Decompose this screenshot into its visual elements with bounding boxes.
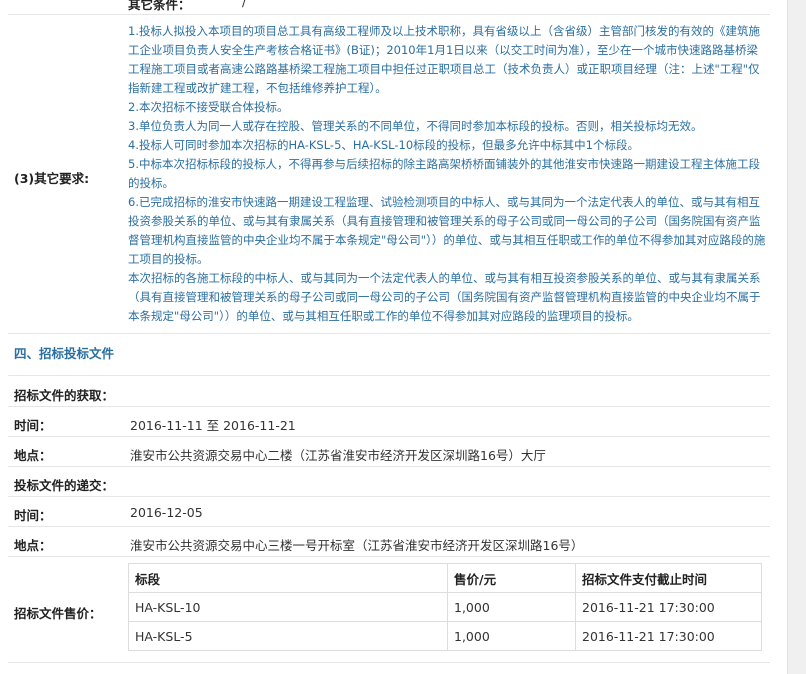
divider xyxy=(8,662,770,663)
time-label: 时间： xyxy=(14,418,52,433)
price-cell: 1,000 xyxy=(447,621,576,651)
deadline-cell: 2016-11-21 17:30:00 xyxy=(575,592,762,622)
price-table: 标段 售价/元 招标文件支付截止时间 HA-KSL-10 1,000 2016-… xyxy=(128,563,762,651)
submission-label: 投标文件的递交： xyxy=(14,478,115,493)
requirement-paragraph: 3.单位负责人为同一人或存在控股、管理关系的不同单位，不得同时参加本标段的投标。… xyxy=(128,119,703,133)
table-row: HA-KSL-10 1,000 2016-11-21 17:30:00 xyxy=(128,592,762,622)
acquisition-time-value: 2016-11-11 至 2016-11-21 xyxy=(130,418,296,433)
requirement-paragraph: 2.本次招标不接受联合体投标。 xyxy=(128,100,289,114)
acquisition-place-value: 淮安市公共资源交易中心二楼（江苏省淮安市经济开发区深圳路16号）大厅 xyxy=(130,448,546,463)
divider xyxy=(8,14,770,15)
price-table-header-row: 标段 售价/元 招标文件支付截止时间 xyxy=(128,563,762,593)
other-conditions-label: 其它条件： xyxy=(128,0,191,12)
acquisition-label: 招标文件的获取： xyxy=(14,388,115,403)
price-cell: 1,000 xyxy=(447,592,576,622)
divider xyxy=(8,333,770,334)
submit-place-label: 地点： xyxy=(14,538,52,553)
column-header-deadline: 招标文件支付截止时间 xyxy=(575,563,762,593)
divider xyxy=(8,375,770,376)
divider xyxy=(8,406,770,407)
requirement-paragraph: 5.中标本次招标标段的投标人，不得再参与后续招标的除主路高架桥桥面铺装外的其他淮… xyxy=(128,157,760,190)
place-label: 地点： xyxy=(14,448,52,463)
deadline-cell: 2016-11-21 17:30:00 xyxy=(575,621,762,651)
divider xyxy=(8,526,770,527)
lot-cell: HA-KSL-5 xyxy=(128,621,448,651)
other-requirements-label: (3)其它要求: xyxy=(14,171,90,186)
divider xyxy=(8,466,770,467)
lot-cell: HA-KSL-10 xyxy=(128,592,448,622)
requirement-paragraph: 6.已完成招标的淮安市快速路一期建设工程监理、试验检测项目的中标人、或与其同为一… xyxy=(128,195,766,266)
divider xyxy=(8,556,770,557)
table-row: HA-KSL-5 1,000 2016-11-21 17:30:00 xyxy=(128,621,762,651)
other-requirements-text: 1.投标人拟投入本项目的项目总工具有高级工程师及以上技术职称，具有省级以上（含省… xyxy=(128,22,768,326)
submit-time-label: 时间： xyxy=(14,508,52,523)
vertical-scrollbar[interactable] xyxy=(787,0,806,674)
price-label: 招标文件售价： xyxy=(14,606,102,621)
requirement-paragraph: 4.投标人可同时参加本次招标的HA-KSL-5、HA-KSL-10标段的投标，但… xyxy=(128,138,639,152)
requirement-paragraph: 本次招标的各施工标段的中标人、或与其同为一个法定代表人的单位、或与其有相互投资参… xyxy=(128,271,761,323)
divider xyxy=(8,496,770,497)
other-conditions-value: / xyxy=(242,0,247,9)
submit-place-value: 淮安市公共资源交易中心三楼一号开标室（江苏省淮安市经济开发区深圳路16号） xyxy=(130,538,584,553)
column-header-lot: 标段 xyxy=(128,563,448,593)
column-header-price: 售价/元 xyxy=(447,563,576,593)
submit-time-value: 2016-12-05 xyxy=(130,505,203,520)
tender-detail-panel: 其它条件： / (3)其它要求: 1.投标人拟投入本项目的项目总工具有高级工程师… xyxy=(0,0,770,674)
requirement-paragraph: 1.投标人拟投入本项目的项目总工具有高级工程师及以上技术职称，具有省级以上（含省… xyxy=(128,24,760,95)
section-title: 四、招标投标文件 xyxy=(14,346,115,361)
divider xyxy=(8,436,770,437)
